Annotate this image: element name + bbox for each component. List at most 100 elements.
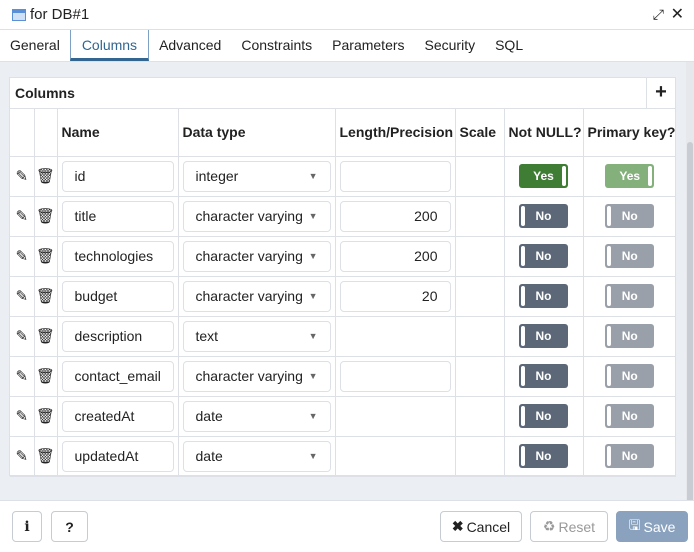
save-button[interactable]: 🖫 Save <box>616 511 688 542</box>
data-type-value: integer <box>195 168 239 184</box>
chevron-down-icon: ▼ <box>308 371 318 381</box>
edit-icon[interactable]: ✎ <box>10 436 35 477</box>
tab-security[interactable]: Security <box>415 30 486 61</box>
not-null-toggle[interactable]: Yes <box>519 164 568 188</box>
not-null-toggle[interactable]: No <box>519 204 568 228</box>
data-type-value: character varying <box>195 368 303 384</box>
length-input[interactable]: 20 <box>339 280 451 312</box>
header-length: Length/Precision <box>334 109 456 157</box>
delete-icon[interactable]: 🗑 <box>33 436 58 477</box>
primary-key-toggle[interactable]: No <box>605 244 655 268</box>
data-type-value: character varying <box>195 208 303 224</box>
chevron-down-icon: ▼ <box>308 451 318 461</box>
data-type-select[interactable]: integer ▼ <box>182 160 331 192</box>
help-button[interactable]: ? <box>51 511 88 542</box>
data-type-select[interactable]: text ▼ <box>182 320 331 352</box>
edit-icon[interactable]: ✎ <box>10 316 35 357</box>
scale-cell <box>454 316 505 357</box>
data-type-value: date <box>195 408 223 424</box>
add-column-button[interactable]: + <box>646 78 675 109</box>
delete-icon[interactable]: 🗑 <box>33 396 58 437</box>
column-name-input[interactable]: technologies <box>61 240 174 272</box>
tab-constraints[interactable]: Constraints <box>231 30 322 61</box>
header-scale: Scale <box>454 109 505 157</box>
column-name-input[interactable]: budget <box>61 280 174 312</box>
save-icon: 🖫 <box>628 516 641 533</box>
not-null-toggle[interactable]: No <box>519 364 568 388</box>
primary-key-toggle[interactable]: No <box>605 444 655 468</box>
maximize-icon[interactable]: ⤢ <box>653 6 664 23</box>
length-input[interactable] <box>339 360 451 392</box>
primary-key-toggle[interactable]: No <box>605 364 655 388</box>
scale-cell <box>454 196 505 237</box>
primary-key-toggle[interactable]: No <box>605 284 655 308</box>
tab-sql[interactable]: SQL <box>485 30 533 61</box>
data-type-select[interactable]: character varying ▼ <box>182 200 331 232</box>
data-type-select[interactable]: character varying ▼ <box>182 240 331 272</box>
delete-icon[interactable]: 🗑 <box>33 236 58 277</box>
primary-key-toggle[interactable]: Yes <box>605 164 655 188</box>
table-row: ✎ 🗑 id integer ▼ Yes Yes <box>10 156 676 197</box>
not-null-toggle[interactable]: No <box>519 284 568 308</box>
column-name-input[interactable]: contact_email <box>61 360 174 392</box>
edit-icon[interactable]: ✎ <box>10 236 35 277</box>
tab-columns[interactable]: Columns <box>69 30 150 61</box>
table-icon <box>12 8 26 21</box>
column-name-input[interactable]: id <box>61 160 174 192</box>
edit-icon[interactable]: ✎ <box>10 396 35 437</box>
recycle-icon: ♻ <box>542 518 556 534</box>
length-input[interactable]: 200 <box>339 200 451 232</box>
table-row: ✎ 🗑 budget character varying ▼ 20 No No <box>10 276 676 317</box>
chevron-down-icon: ▼ <box>308 411 318 421</box>
column-name-input[interactable]: title <box>61 200 174 232</box>
delete-icon[interactable]: 🗑 <box>33 316 58 357</box>
table-row: ✎ 🗑 createdAt date ▼ No No <box>10 396 676 437</box>
edit-icon[interactable]: ✎ <box>10 276 35 317</box>
length-input[interactable]: 200 <box>339 240 451 272</box>
tab-bar: General Columns Advanced Constraints Paramet… <box>0 30 694 62</box>
primary-key-toggle[interactable]: No <box>605 204 655 228</box>
not-null-toggle[interactable]: No <box>519 404 568 428</box>
data-type-select[interactable]: date ▼ <box>182 440 331 472</box>
scrollbar[interactable] <box>686 62 694 552</box>
tab-parameters[interactable]: Parameters <box>322 30 414 61</box>
reset-button[interactable]: ♻ Reset <box>530 511 608 542</box>
edit-icon[interactable]: ✎ <box>10 196 35 237</box>
primary-key-toggle[interactable]: No <box>605 404 655 428</box>
chevron-down-icon: ▼ <box>308 291 318 301</box>
edit-icon[interactable]: ✎ <box>10 156 35 197</box>
length-input[interactable] <box>339 160 451 192</box>
cancel-button[interactable]: ✖ Cancel <box>440 511 522 542</box>
chevron-down-icon: ▼ <box>308 331 318 341</box>
data-type-select[interactable]: character varying ▼ <box>182 280 331 312</box>
reset-label: Reset <box>558 518 596 535</box>
tab-general[interactable]: General <box>0 30 70 61</box>
tab-advanced[interactable]: Advanced <box>149 30 231 61</box>
not-null-toggle[interactable]: No <box>519 244 568 268</box>
data-type-value: character varying <box>195 288 303 304</box>
column-name-input[interactable]: updatedAt <box>61 440 174 472</box>
dialog-footer: i ? ✖ Cancel ♻ Reset 🖫 Save <box>0 500 694 552</box>
edit-icon[interactable]: ✎ <box>10 356 35 397</box>
data-type-select[interactable]: date ▼ <box>182 400 331 432</box>
column-name-input[interactable]: createdAt <box>61 400 174 432</box>
chevron-down-icon: ▼ <box>308 251 318 261</box>
delete-icon[interactable]: 🗑 <box>33 276 58 317</box>
column-name-input[interactable]: description <box>61 320 174 352</box>
delete-icon[interactable]: 🗑 <box>33 196 58 237</box>
columns-panel: Columns + Name Data type Length/Precisio… <box>9 77 676 477</box>
delete-icon[interactable]: 🗑 <box>33 356 58 397</box>
delete-icon[interactable]: 🗑 <box>33 156 58 197</box>
chevron-down-icon: ▼ <box>308 211 318 221</box>
not-null-toggle[interactable]: No <box>519 324 568 348</box>
not-null-toggle[interactable]: No <box>519 444 568 468</box>
header-not-null: Not NULL? <box>503 109 584 157</box>
info-button[interactable]: i <box>12 511 42 542</box>
data-type-select[interactable]: character varying ▼ <box>182 360 331 392</box>
close-icon[interactable]: ✕ <box>671 4 684 24</box>
dialog-title: for DB#1 <box>30 6 90 23</box>
scale-cell <box>454 436 505 477</box>
primary-key-toggle[interactable]: No <box>605 324 655 348</box>
table-row: ✎ 🗑 technologies character varying ▼ 200 … <box>10 236 676 277</box>
table-row: ✎ 🗑 updatedAt date ▼ No No <box>10 436 676 477</box>
